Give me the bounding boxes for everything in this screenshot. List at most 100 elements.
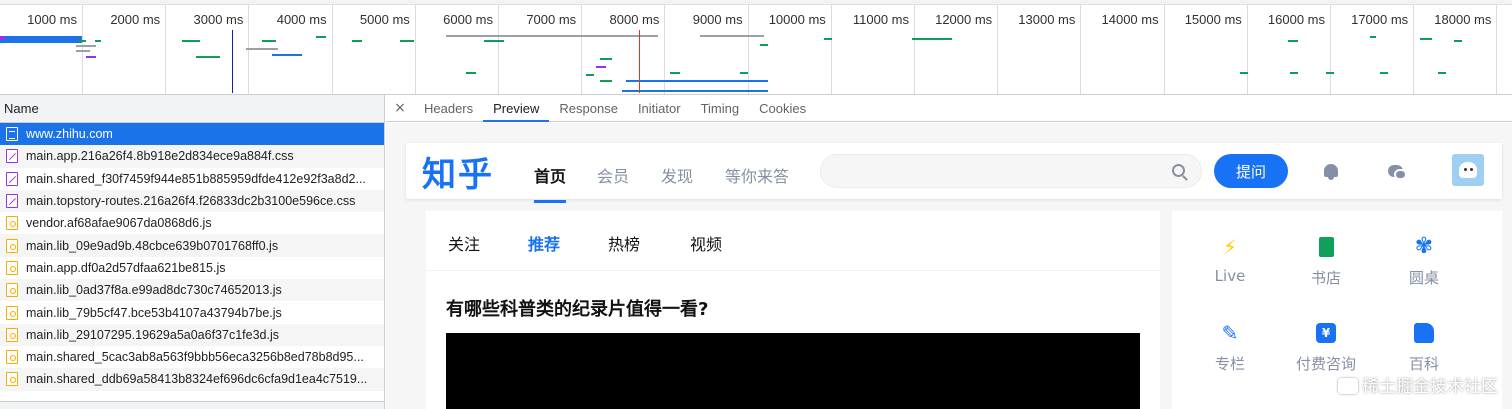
request-name: main.lib_79b5cf47.bce53b4107a43794b7be.j… (26, 305, 282, 320)
request-bar (1420, 38, 1432, 40)
side-item-label: 付费咨询 (1295, 355, 1356, 373)
side-item-bookstore[interactable]: 书店 (1286, 237, 1366, 288)
timeline-tick-label: 14000 ms (1101, 12, 1159, 27)
feed-tab-recommend[interactable]: 推荐 (528, 231, 560, 255)
request-bar (352, 40, 362, 42)
request-bar (700, 35, 764, 37)
timeline-gridline (248, 5, 250, 94)
request-row[interactable]: main.lib_29107295.19629a5a0a6f37c1fe3d.j… (0, 323, 384, 346)
feed-tabs: 关注 推荐 热榜 视频 (426, 211, 1160, 271)
request-bar (596, 66, 606, 68)
request-name: main.lib_09e9ad9b.48cbce639b0701768ff0.j… (26, 238, 279, 253)
request-row[interactable]: main.topstory-routes.216a26f4.f26833dc2b… (0, 189, 384, 213)
request-bar (1326, 72, 1334, 74)
nav-membership[interactable]: 会员 (597, 163, 629, 187)
timeline-tick-label: 11000 ms (852, 12, 909, 27)
chat-icon[interactable] (1388, 163, 1407, 181)
network-overview-timeline[interactable]: 1000 ms 2000 ms 3000 ms 4000 ms 5000 ms 6000 … (0, 0, 1512, 95)
tab-timing[interactable]: Timing (691, 95, 750, 121)
zhihu-logo[interactable]: 知乎 (422, 147, 494, 196)
feed-tab-hot[interactable]: 热榜 (608, 231, 640, 255)
tab-cookies[interactable]: Cookies (749, 95, 816, 121)
search-icon[interactable] (1172, 164, 1185, 177)
timeline-tick-label: 16000 ms (1267, 12, 1325, 27)
nav-home[interactable]: 首页 (534, 163, 567, 203)
request-row[interactable]: main.app.df0a2d57dfaa621be815.js (0, 257, 384, 279)
timeline-gridline (830, 5, 832, 94)
tab-response[interactable]: Response (549, 95, 628, 121)
detail-tab-bar: × Headers Preview Response Initiator Tim… (386, 95, 1512, 122)
avatar[interactable] (1452, 154, 1484, 186)
bell-icon[interactable] (1322, 163, 1340, 181)
request-bar (1288, 40, 1298, 42)
timeline-tick-label: 17000 ms (1351, 12, 1409, 27)
request-row[interactable]: main.lib_79b5cf47.bce53b4107a43794b7be.j… (0, 301, 384, 323)
request-bar (484, 40, 504, 42)
nav-waiting-answers[interactable]: 等你来答 (725, 163, 789, 187)
yen-icon: ¥ (1316, 323, 1336, 343)
tab-initiator[interactable]: Initiator (628, 95, 691, 121)
timeline-gridline (914, 5, 915, 94)
request-bar (740, 72, 748, 74)
script-icon (6, 327, 18, 342)
request-bar (524, 35, 604, 37)
feed-tab-follow[interactable]: 关注 (448, 231, 480, 255)
request-bar (95, 40, 101, 42)
timeline-gridline (1496, 5, 1498, 94)
timeline-tick-label: 5000 ms (359, 12, 410, 27)
timeline-tick-label: 10000 ms (768, 12, 826, 27)
watermark-logo-icon (1338, 378, 1358, 394)
stylesheet-icon (6, 149, 18, 164)
request-row[interactable]: main.shared_5cac3ab8a563f9bbb56eca3256b8… (0, 346, 384, 368)
side-item-column[interactable]: ✎ 专栏 (1190, 323, 1270, 374)
request-row[interactable]: main.lib_0ad37f8a.e99ad8dc730c74652013.j… (0, 279, 384, 302)
tab-headers[interactable]: Headers (414, 95, 483, 121)
request-row[interactable]: main.lib_09e9ad9b.48cbce639b0701768ff0.j… (0, 234, 384, 257)
request-name: main.lib_0ad37f8a.e99ad8dc730c74652013.j… (26, 283, 282, 298)
book-icon (1318, 237, 1334, 257)
request-bar (466, 72, 476, 74)
timeline-gridline (414, 5, 416, 94)
nav-discover[interactable]: 发现 (661, 163, 693, 187)
request-bar (1290, 72, 1298, 74)
side-item-wiki[interactable]: 百科 (1384, 323, 1464, 374)
request-row[interactable]: main.shared_f30f7459f944e851b885959dfde4… (0, 168, 384, 190)
script-icon (6, 305, 18, 320)
request-bar (912, 38, 952, 40)
tab-preview[interactable]: Preview (483, 95, 550, 122)
timeline-tick-label: 6000 ms (443, 12, 493, 27)
video-thumbnail[interactable] (446, 333, 1140, 409)
timeline-gridline (581, 5, 583, 94)
request-row[interactable]: www.zhihu.com (0, 123, 384, 146)
timeline-tick-label: 8000 ms (609, 12, 660, 27)
request-row[interactable]: main.shared_ddb69a58413b8324ef696dc6cfa9… (0, 368, 384, 391)
close-detail-icon[interactable]: × (386, 95, 414, 121)
timeline-tick-label: 7000 ms (526, 12, 577, 27)
search-input[interactable] (820, 154, 1202, 188)
ask-question-button[interactable]: 提问 (1214, 154, 1288, 188)
dom-content-loaded-marker (232, 30, 233, 93)
request-bar (78, 40, 86, 42)
request-bar (1438, 72, 1446, 74)
request-bar (246, 48, 278, 50)
timeline-tick-label: 18000 ms (1434, 12, 1492, 27)
script-icon (6, 238, 18, 253)
request-row[interactable]: vendor.af68afae9067da0868d6.js (0, 212, 384, 234)
request-bar (76, 50, 90, 52)
question-title[interactable]: 有哪些科普类的纪录片值得一看? (446, 295, 708, 321)
side-item-paid-consult[interactable]: ¥ 付费咨询 (1286, 323, 1366, 374)
timeline-gridline (1080, 5, 1082, 94)
name-column-header[interactable]: Name (0, 95, 384, 123)
timeline-tick-label: 1000 ms (27, 12, 77, 27)
side-item-roundtable[interactable]: ✾ 圆桌 (1384, 236, 1464, 288)
timeline-tick-label: 12000 ms (935, 12, 993, 27)
request-name: www.zhihu.com (26, 127, 113, 142)
request-name: main.shared_ddb69a58413b8324ef696dc6cfa9… (26, 372, 368, 387)
request-bar (196, 56, 220, 58)
request-bar (446, 35, 524, 37)
side-item-live[interactable]: ⚡ Live (1190, 237, 1270, 285)
request-list-panel: Name www.zhihu.com main.app.216a26f4.8b91… (0, 95, 385, 409)
request-row[interactable]: main.app.216a26f4.8b918e2d834ece9a884f.c… (0, 145, 384, 168)
request-name: main.topstory-routes.216a26f4.f26833dc2b… (26, 194, 356, 209)
feed-tab-video[interactable]: 视频 (690, 231, 722, 255)
